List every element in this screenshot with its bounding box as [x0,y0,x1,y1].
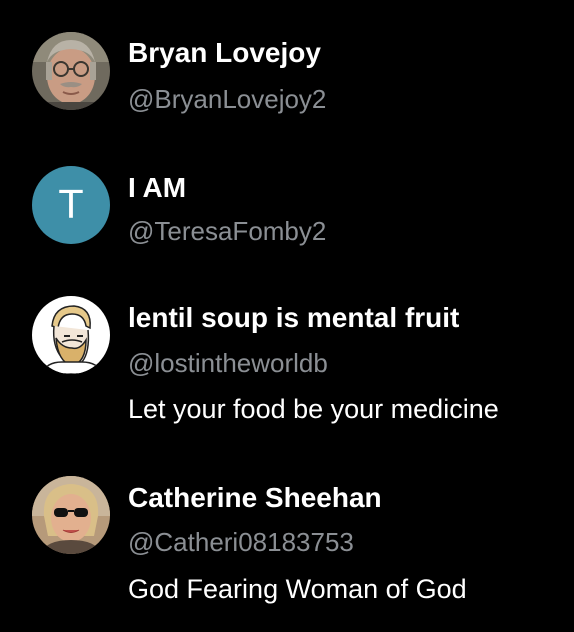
avatar[interactable] [32,32,110,110]
user-bio: God Fearing Woman of God [128,574,467,604]
user-bio: Let your food be your medicine [128,394,499,424]
bearded-man-drawing-icon [32,296,110,374]
avatar[interactable]: T [32,166,110,244]
user-handle: @TeresaFomby2 [128,216,327,246]
user-handle: @Catheri08183753 [128,527,354,557]
user-display-name[interactable]: Catherine Sheehan [128,482,382,514]
avatar[interactable] [32,296,110,374]
who-to-follow-list: Bryan Lovejoy @BryanLovejoy2 T I AM @Ter… [0,0,574,632]
avatar-initial: T [59,183,83,227]
user-cell[interactable]: lentil soup is mental fruit @lostinthewo… [0,268,574,454]
user-display-name[interactable]: I AM [128,172,186,204]
user-display-name[interactable]: Bryan Lovejoy [128,37,321,69]
user-handle: @lostintheworldb [128,348,328,378]
woman-with-sunglasses-photo-icon [32,476,110,554]
user-cell[interactable]: T I AM @TeresaFomby2 [0,140,574,268]
avatar[interactable] [32,476,110,554]
user-cell[interactable]: Catherine Sheehan @Catheri08183753 God F… [0,454,574,632]
user-cell[interactable]: Bryan Lovejoy @BryanLovejoy2 [0,0,574,140]
man-with-glasses-photo-icon [32,32,110,110]
user-handle: @BryanLovejoy2 [128,84,327,114]
user-display-name[interactable]: lentil soup is mental fruit [128,302,459,334]
